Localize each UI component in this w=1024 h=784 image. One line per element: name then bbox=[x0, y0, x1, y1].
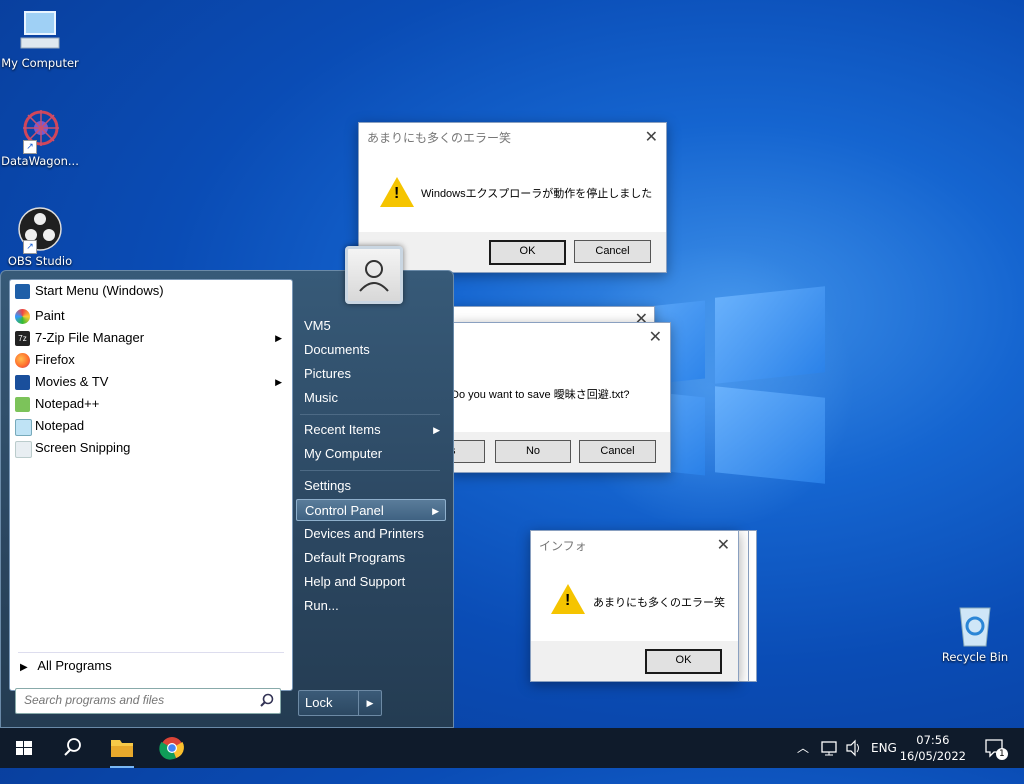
warning-icon: ! bbox=[551, 584, 585, 614]
volume-icon[interactable] bbox=[845, 728, 863, 768]
search-box[interactable] bbox=[15, 688, 281, 714]
desktop-icon-label: OBS Studio bbox=[7, 254, 73, 268]
chrome-button[interactable] bbox=[148, 728, 196, 768]
dialog-footer: OK Cancel bbox=[359, 232, 666, 272]
submenu-arrow-icon: ▶ bbox=[275, 377, 282, 387]
windows-logo-icon bbox=[16, 741, 32, 755]
submenu-arrow-icon: ▶ bbox=[433, 425, 440, 435]
programs-panel: Start Menu (Windows) Paint 7z 7-Zip File… bbox=[9, 279, 293, 691]
language-indicator[interactable]: ENG bbox=[871, 728, 897, 768]
recycle-bin-icon bbox=[952, 602, 998, 648]
notification-count: 1 bbox=[999, 749, 1005, 759]
network-icon[interactable] bbox=[820, 728, 838, 768]
start-button[interactable] bbox=[0, 728, 48, 768]
notification-icon bbox=[985, 739, 1008, 760]
dialog-footer: s No Cancel bbox=[449, 432, 670, 472]
desktop-icon-label: My Computer bbox=[1, 56, 79, 70]
desktop-icon-datawagon[interactable]: ↗ DataWagon... bbox=[0, 106, 80, 168]
start-item-run[interactable]: Run... bbox=[296, 595, 446, 617]
all-programs-button[interactable]: ▶ All Programs bbox=[20, 658, 112, 673]
start-item-music[interactable]: Music bbox=[296, 387, 446, 409]
start-menu-icon bbox=[15, 284, 30, 299]
obs-icon: ↗ bbox=[17, 206, 63, 254]
start-item-documents[interactable]: Documents bbox=[296, 339, 446, 361]
submenu-arrow-icon: ▶ bbox=[432, 506, 439, 516]
chevron-right-icon: ▶ bbox=[20, 662, 28, 673]
program-start-menu[interactable]: Start Menu (Windows) bbox=[12, 280, 290, 302]
ok-button[interactable]: OK bbox=[489, 240, 566, 265]
desktop-icon-label: Recycle Bin bbox=[941, 650, 1009, 664]
search-icon bbox=[260, 693, 274, 710]
show-hidden-icons-icon[interactable]: ︿ bbox=[797, 728, 809, 768]
explorer-error-dialog: あまりにも多くのエラー笑 ✕ ! Windowsエクスプローラが動作を停止しまし… bbox=[358, 122, 667, 273]
desktop-icon-label: DataWagon... bbox=[1, 154, 79, 168]
close-icon[interactable]: ✕ bbox=[717, 535, 730, 555]
program-notepad[interactable]: Notepad bbox=[12, 415, 290, 437]
divider bbox=[18, 652, 284, 653]
close-icon[interactable]: ✕ bbox=[645, 127, 658, 147]
chrome-icon bbox=[159, 737, 184, 760]
save-prompt-dialog: ✕ Do you want to save 曖昧さ回避.txt? s No Ca… bbox=[449, 322, 671, 473]
user-avatar[interactable] bbox=[345, 246, 403, 304]
clock-time: 07:56 bbox=[916, 733, 950, 747]
notepad-icon bbox=[15, 419, 32, 436]
power-options-arrow-icon[interactable]: ▶ bbox=[358, 691, 381, 715]
program-7zip[interactable]: 7z 7-Zip File Manager ▶ bbox=[12, 327, 290, 349]
notifications-button[interactable]: 1 bbox=[982, 728, 1012, 768]
snipping-icon bbox=[15, 441, 32, 458]
program-paint[interactable]: Paint bbox=[12, 305, 290, 327]
dialog-message: あまりにも多くのエラー笑 bbox=[593, 597, 725, 609]
firefox-icon bbox=[15, 353, 30, 368]
program-movies-tv[interactable]: Movies & TV ▶ bbox=[12, 371, 290, 393]
dialog-message: Do you want to save 曖昧さ回避.txt? bbox=[451, 389, 630, 401]
desktop-icon-my-computer[interactable]: My Computer bbox=[0, 8, 80, 70]
folder-icon bbox=[110, 740, 134, 768]
dialog-footer: OK bbox=[531, 641, 738, 681]
program-firefox[interactable]: Firefox bbox=[12, 349, 290, 371]
clock[interactable]: 07:56 16/05/2022 bbox=[900, 732, 966, 764]
movies-tv-icon bbox=[15, 375, 30, 390]
datawagon-icon: ↗ bbox=[17, 106, 63, 154]
close-icon[interactable]: ✕ bbox=[649, 327, 662, 347]
yes-button[interactable]: s bbox=[449, 440, 485, 463]
start-item-help-support[interactable]: Help and Support bbox=[296, 571, 446, 593]
desktop-icon-recycle-bin[interactable]: Recycle Bin bbox=[935, 602, 1015, 664]
dialog-title: インフォ bbox=[539, 539, 587, 553]
dialog-message: Windowsエクスプローラが動作を停止しました bbox=[421, 188, 653, 200]
submenu-arrow-icon: ▶ bbox=[275, 333, 282, 343]
divider bbox=[300, 470, 440, 471]
file-explorer-button[interactable] bbox=[98, 728, 146, 768]
info-dialog: インフォ ✕ ! あまりにも多くのエラー笑 OK bbox=[530, 530, 739, 682]
taskbar: ︿ ENG 07:56 16/05/2022 1 bbox=[0, 728, 1024, 768]
shortcut-arrow-icon: ↗ bbox=[23, 240, 37, 254]
start-item-default-programs[interactable]: Default Programs bbox=[296, 547, 446, 569]
start-item-pictures[interactable]: Pictures bbox=[296, 363, 446, 385]
shortcut-arrow-icon: ↗ bbox=[23, 140, 37, 154]
start-item-recent-items[interactable]: Recent Items ▶ bbox=[296, 419, 446, 441]
clock-date: 16/05/2022 bbox=[899, 749, 966, 763]
cancel-button[interactable]: Cancel bbox=[579, 440, 656, 463]
no-button[interactable]: No bbox=[495, 440, 571, 463]
dialog-title: あまりにも多くのエラー笑 bbox=[367, 131, 512, 145]
7zip-icon: 7z bbox=[15, 331, 30, 346]
search-input[interactable] bbox=[16, 689, 262, 711]
divider bbox=[300, 414, 440, 415]
paint-icon bbox=[15, 309, 30, 324]
lock-button[interactable]: Lock ▶ bbox=[298, 690, 382, 716]
taskbar-search-button[interactable] bbox=[48, 728, 96, 768]
search-icon bbox=[64, 738, 81, 756]
warning-icon: ! bbox=[380, 177, 414, 207]
program-screen-snipping[interactable]: Screen Snipping bbox=[12, 437, 290, 459]
start-item-my-computer[interactable]: My Computer bbox=[296, 443, 446, 465]
ok-button[interactable]: OK bbox=[645, 649, 722, 674]
computer-icon bbox=[17, 8, 63, 54]
start-item-devices-printers[interactable]: Devices and Printers bbox=[296, 523, 446, 545]
notepadpp-icon bbox=[15, 397, 30, 412]
cancel-button[interactable]: Cancel bbox=[574, 240, 651, 263]
start-item-control-panel[interactable]: Control Panel ▶ bbox=[296, 499, 446, 521]
start-item-vm5[interactable]: VM5 bbox=[296, 315, 446, 337]
start-item-settings[interactable]: Settings bbox=[296, 475, 446, 497]
desktop-icon-obs-studio[interactable]: ↗ OBS Studio bbox=[0, 206, 80, 268]
program-notepadpp[interactable]: Notepad++ bbox=[12, 393, 290, 415]
